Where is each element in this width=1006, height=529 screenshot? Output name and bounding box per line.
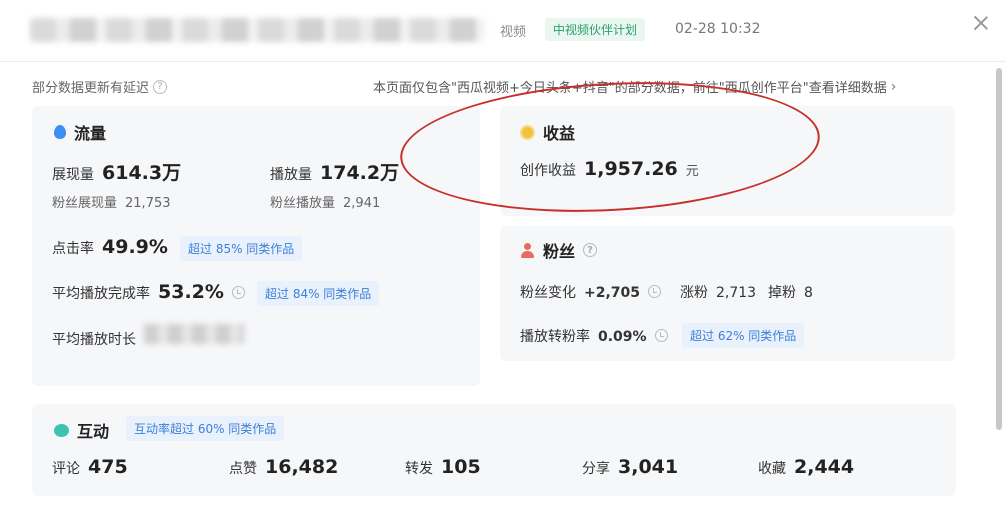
chat-bubble-icon [54, 423, 69, 437]
video-tag: 视频 [500, 25, 527, 40]
drop-icon [54, 125, 66, 139]
chevron-right-icon: › [890, 78, 897, 95]
platform-link[interactable]: 本页面仅包含"西瓜视频+今日头条+抖音"的部分数据，前往"西瓜创作平台"查看详细… [373, 77, 897, 97]
fans-title: 粉丝 ? [520, 238, 598, 262]
completion-metric: 平均播放完成率 53.2% [52, 281, 245, 303]
interaction-badge: 互动率超过 60% 同类作品 [126, 416, 285, 441]
income-card: 收益 创作收益 1,957.26 元 [500, 106, 955, 216]
reposts-metric: 转发 105 [405, 456, 481, 478]
scrollbar[interactable] [996, 68, 1002, 430]
fans-change: 粉丝变化 +2,705 [520, 282, 662, 302]
clock-icon [231, 286, 245, 299]
conversion-badge: 超过 62% 同类作品 [682, 323, 805, 348]
help-icon[interactable]: ? [153, 79, 168, 94]
fans-conversion: 播放转粉率 0.09% [520, 326, 668, 346]
fan-plays: 粉丝播放量 2,941 [270, 196, 381, 211]
fan-impressions: 粉丝展现量 21,753 [52, 196, 171, 211]
fans-loss: 掉粉 8 [768, 285, 813, 301]
coin-icon [520, 124, 535, 140]
completion-badge: 超过 84% 同类作品 [257, 281, 380, 306]
video-title-blurred [30, 18, 485, 42]
modal-header: 视频 中视频伙伴计划 02-28 10:32 [0, 0, 1006, 62]
traffic-card: 流量 展现量 614.3万 播放量 174.2万 粉丝展现量 21,753 粉丝播放量… [32, 106, 480, 386]
help-icon[interactable]: ? [583, 243, 598, 257]
income-title: 收益 [520, 120, 575, 144]
interaction-card: 互动 互动率超过 60% 同类作品 评论 475 点赞 16,482 转发 105 分… [32, 404, 956, 496]
income-metric: 创作收益 1,957.26 元 [520, 158, 699, 180]
impressions-metric: 展现量 614.3万 [52, 162, 182, 184]
duration-blurred [144, 324, 244, 344]
likes-metric: 点赞 16,482 [229, 456, 339, 478]
shares-metric: 分享 3,041 [582, 456, 679, 478]
close-icon[interactable] [970, 12, 992, 34]
traffic-title: 流量 [54, 120, 106, 144]
ctr-badge: 超过 85% 同类作品 [180, 236, 303, 261]
clock-icon [654, 329, 668, 342]
fans-gain: 涨粉 2,713 [680, 285, 757, 301]
publish-date: 02-28 10:32 [675, 21, 761, 37]
duration-metric: 平均播放时长 [52, 324, 244, 349]
interaction-title: 互动 [54, 418, 109, 442]
comments-metric: 评论 475 [52, 456, 128, 478]
fans-card: 粉丝 ? 粉丝变化 +2,705 涨粉 2,713 掉粉 8 播放转粉率 0.09% 超… [500, 226, 955, 361]
person-icon [520, 242, 535, 258]
favorites-metric: 收藏 2,444 [758, 456, 855, 478]
plays-metric: 播放量 174.2万 [270, 162, 400, 184]
ctr-metric: 点击率 49.9% [52, 236, 168, 258]
delay-notice: 部分数据更新有延迟 ? [32, 77, 168, 96]
clock-icon [648, 285, 662, 298]
plan-tag: 中视频伙伴计划 [545, 18, 646, 41]
